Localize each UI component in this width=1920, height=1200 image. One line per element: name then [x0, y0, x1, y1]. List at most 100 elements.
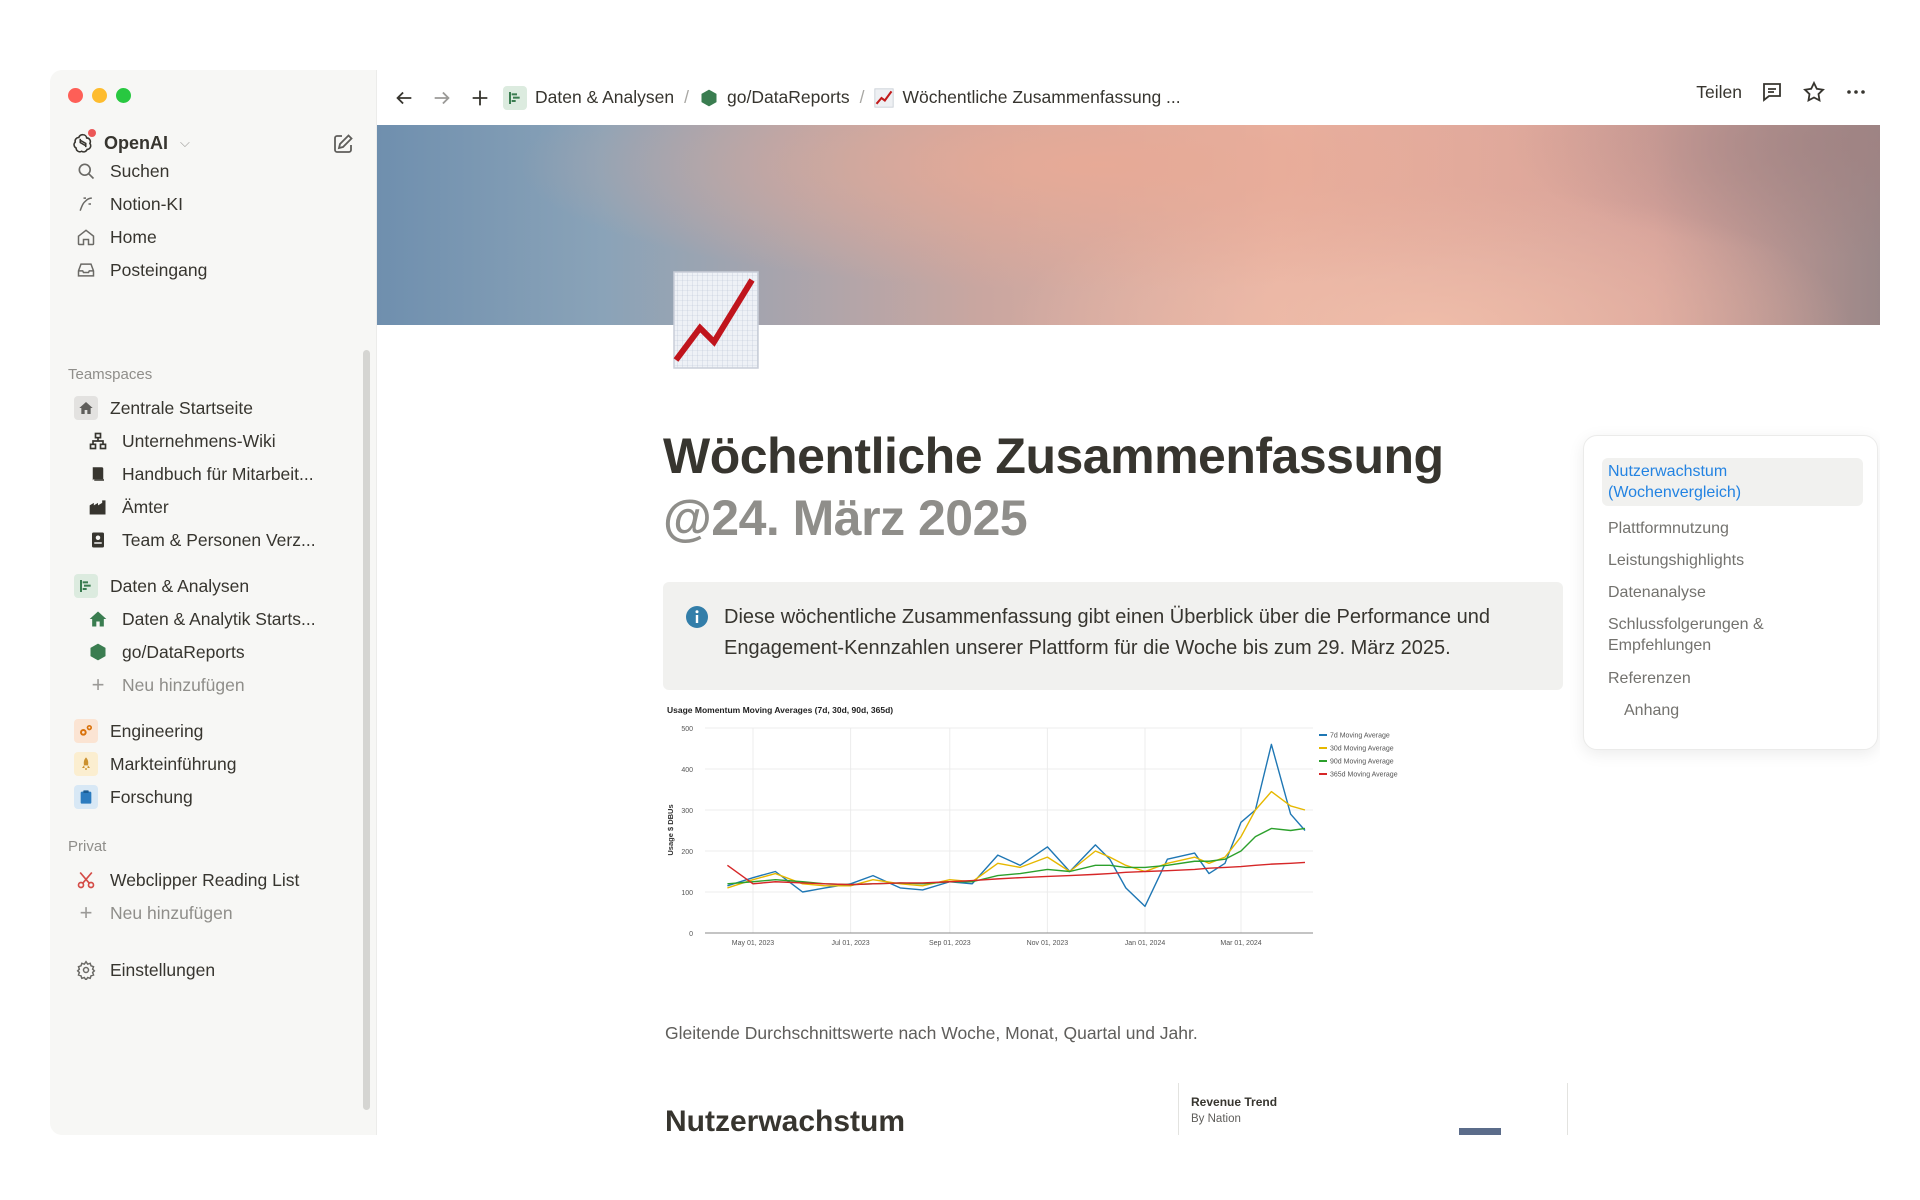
- house-icon: [74, 396, 98, 420]
- chart-caption: Gleitende Durchschnittswerte nach Woche,…: [665, 1023, 1198, 1043]
- star-icon[interactable]: [1802, 80, 1826, 104]
- info-callout[interactable]: Diese wöchentliche Zusammenfassung gibt …: [663, 582, 1563, 690]
- sidebar-item-home[interactable]: Home: [64, 219, 364, 255]
- plus-icon: [472, 90, 488, 105]
- sidebar-item-label: Daten & Analysen: [110, 575, 250, 596]
- sidebar-item-team-directory[interactable]: Team & Personen Verz...: [64, 522, 364, 558]
- buildings-icon: [86, 495, 110, 519]
- sidebar-item-label: Daten & Analytik Starts...: [122, 608, 316, 629]
- sidebar-item-notion-ai[interactable]: Notion-KI: [64, 186, 364, 222]
- revenue-trend-title: Revenue Trend: [1191, 1095, 1278, 1109]
- sidebar-item-departments[interactable]: Ämter: [64, 489, 364, 525]
- sidebar-item-add-new[interactable]: + Neu hinzufügen: [64, 667, 364, 703]
- sidebar-item-data-analytics[interactable]: Daten & Analysen: [64, 568, 364, 604]
- gantt-icon: [74, 574, 98, 598]
- breadcrumb-label: go/DataReports: [727, 87, 850, 107]
- sidebar-item-central-home[interactable]: Zentrale Startseite: [64, 390, 364, 426]
- sidebar-item-label: Suchen: [110, 160, 170, 181]
- plus-icon: +: [91, 672, 105, 697]
- sidebar-item-inbox[interactable]: Posteingang: [64, 252, 364, 288]
- toc-item-data-analysis[interactable]: Datenanalyse: [1608, 582, 1863, 603]
- toc-item-platform-usage[interactable]: Plattformnutzung: [1608, 518, 1863, 539]
- sidebar-item-research[interactable]: Forschung: [64, 779, 364, 815]
- sidebar-item-go-to-market[interactable]: Markteinführung: [64, 746, 364, 782]
- workspace-switcher[interactable]: OpenAI ⌵: [72, 129, 190, 154]
- sidebar-item-settings[interactable]: Einstellungen: [64, 952, 364, 988]
- toc-item-performance-highlights[interactable]: Leistungshighlights: [1608, 550, 1863, 571]
- zoom-window-button[interactable]: [116, 88, 131, 103]
- x-tick-label: Sep 01, 2023: [929, 940, 971, 947]
- clipboard-icon: [74, 785, 98, 809]
- back-button[interactable]: [389, 83, 419, 113]
- sidebar-item-label: Unternehmens-Wiki: [122, 430, 276, 451]
- sidebar-item-webclipper[interactable]: Webclipper Reading List: [64, 862, 364, 898]
- scissors-icon: [74, 868, 98, 892]
- rocket-icon: [74, 752, 98, 776]
- callout-text: Diese wöchentliche Zusammenfassung gibt …: [724, 606, 1490, 659]
- page-title[interactable]: Wöchentliche Zusammenfassung @24. März 2…: [663, 425, 1543, 549]
- page-icon-chart-increasing[interactable]: [672, 270, 760, 370]
- breadcrumb-label: Daten & Analysen: [535, 87, 675, 107]
- minimize-window-button[interactable]: [92, 88, 107, 103]
- sidebar: OpenAI ⌵ Suchen Notion-KI Home Posteinga…: [50, 70, 377, 1135]
- more-options-icon[interactable]: [1844, 80, 1868, 104]
- breadcrumb-item-current-page[interactable]: Wöchentliche Zusammenfassung ...: [874, 87, 1181, 108]
- page-cover[interactable]: [377, 125, 1880, 325]
- sidebar-item-handbook[interactable]: Handbuch für Mitarbeit...: [64, 456, 364, 492]
- info-icon: [685, 605, 709, 629]
- window-controls: [68, 88, 131, 103]
- sidebar-item-engineering[interactable]: Engineering: [64, 713, 364, 749]
- gear-icon: [74, 958, 98, 982]
- legend-label: 7d Moving Average: [1330, 733, 1390, 740]
- page-title-text: Wöchentliche Zusammenfassung: [663, 428, 1444, 484]
- comment-icon[interactable]: [1760, 80, 1784, 104]
- sidebar-item-data-analytics-home[interactable]: Daten & Analytik Starts...: [64, 601, 364, 637]
- x-tick-label: Jul 01, 2023: [832, 940, 870, 947]
- breadcrumb-item-datareports[interactable]: go/DataReports: [699, 87, 850, 108]
- sidebar-item-datareports[interactable]: go/DataReports: [64, 634, 364, 670]
- usage-momentum-chart[interactable]: Usage Momentum Moving Averages (7d, 30d,…: [663, 700, 1583, 1015]
- inbox-icon: [74, 258, 98, 282]
- table-of-contents: Nutzerwachstum (Wochenvergleich) Plattfo…: [1583, 435, 1878, 750]
- forward-button[interactable]: [427, 83, 457, 113]
- sidebar-item-label: Neu hinzufügen: [110, 902, 233, 923]
- sidebar-item-label: Zentrale Startseite: [110, 397, 253, 418]
- sidebar-item-label: Notion-KI: [110, 193, 183, 214]
- page-title-date-mention[interactable]: @24. März 2025: [663, 487, 1543, 549]
- chart-increasing-icon: [874, 87, 895, 108]
- openai-logo-icon: [72, 129, 96, 154]
- sidebar-item-search[interactable]: Suchen: [64, 153, 364, 189]
- sidebar-item-label: Einstellungen: [110, 959, 216, 980]
- share-button[interactable]: Teilen: [1696, 82, 1742, 103]
- top-bar-actions: Teilen: [1696, 80, 1868, 104]
- x-tick-label: Nov 01, 2023: [1027, 940, 1069, 947]
- breadcrumb-separator: /: [859, 87, 865, 107]
- section-heading[interactable]: Nutzerwachstum: [665, 1105, 905, 1135]
- sidebar-item-company-wiki[interactable]: Unternehmens-Wiki: [64, 423, 364, 459]
- hexagon-icon: [701, 89, 717, 106]
- toc-item-references[interactable]: Referenzen: [1608, 668, 1863, 689]
- search-icon: [74, 159, 98, 183]
- arrow-right-icon: [434, 91, 450, 104]
- toc-item-appendix[interactable]: Anhang: [1624, 700, 1879, 721]
- x-tick-label: May 01, 2023: [732, 940, 775, 947]
- sidebar-scrollbar[interactable]: [363, 350, 370, 1110]
- workspace-name: OpenAI: [104, 132, 169, 153]
- x-tick-label: Mar 01, 2024: [1220, 940, 1261, 947]
- sidebar-item-label: go/DataReports: [122, 641, 245, 662]
- revenue-trend-chart[interactable]: Revenue Trend By Nation: [1178, 1083, 1568, 1135]
- breadcrumb: Daten & Analysen / go/DataReports / Wöch…: [503, 85, 1181, 110]
- toc-item-conclusions[interactable]: Schlussfolgerungen & Empfehlungen: [1608, 614, 1863, 656]
- sidebar-item-label: Team & Personen Verz...: [122, 529, 316, 550]
- sidebar-item-add-private[interactable]: + Neu hinzufügen: [64, 895, 364, 931]
- legend-label: 90d Moving Average: [1330, 759, 1394, 766]
- sidebar-item-label: Ämter: [122, 496, 169, 517]
- book-icon: [86, 462, 110, 486]
- notification-dot: [88, 129, 96, 137]
- breadcrumb-item-data-analytics[interactable]: Daten & Analysen: [503, 85, 675, 110]
- top-bar: Daten & Analysen / go/DataReports / Wöch…: [377, 70, 1880, 125]
- toc-item-user-growth[interactable]: Nutzerwachstum (Wochenvergleich): [1602, 458, 1863, 506]
- sidebar-item-label: Home: [110, 226, 157, 247]
- new-tab-button[interactable]: [465, 83, 495, 113]
- close-window-button[interactable]: [68, 88, 83, 103]
